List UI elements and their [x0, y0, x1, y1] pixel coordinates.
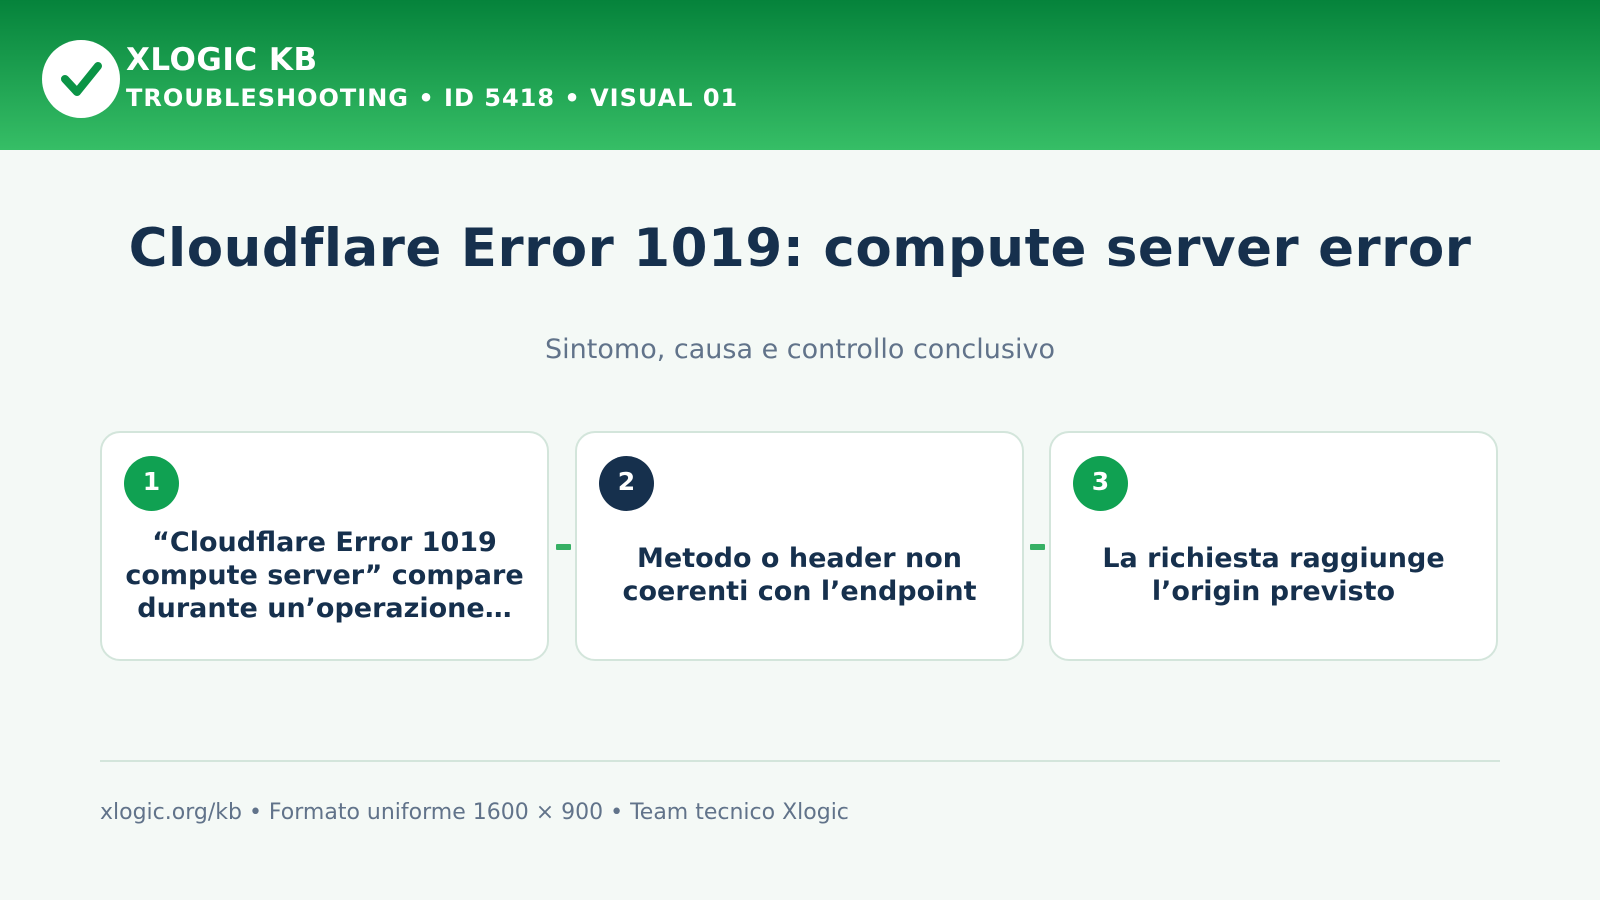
page-subtitle: Sintomo, causa e controllo conclusivo — [545, 334, 1055, 365]
step-number-badge: 3 — [1073, 456, 1128, 511]
logo — [42, 40, 120, 118]
page-title: Cloudflare Error 1019: compute server er… — [128, 218, 1472, 279]
step-connector — [556, 544, 571, 550]
step-description: La richiesta raggiunge l’origin previsto — [1102, 543, 1445, 607]
step-card-2: 2 Metodo o header non coerenti con l’end… — [575, 431, 1024, 661]
header-bar: XLOGIC KB TROUBLESHOOTING • ID 5418 • VI… — [0, 0, 1600, 150]
step-card-3: 3 La richiesta raggiunge l’origin previs… — [1049, 431, 1498, 661]
footer-text: xlogic.org/kb • Formato uniforme 1600 × … — [100, 800, 849, 825]
step-card-1: 1 “Cloudflare Error 1019 compute server”… — [100, 431, 549, 661]
step-description: “Cloudflare Error 1019 compute server” c… — [125, 526, 524, 624]
step-description: Metodo o header non coerenti con l’endpo… — [622, 543, 977, 607]
checkmark-icon — [61, 62, 102, 96]
footer-divider — [100, 760, 1500, 762]
brand-name: XLOGIC KB — [126, 42, 318, 78]
step-connector — [1030, 544, 1045, 550]
breadcrumb: TROUBLESHOOTING • ID 5418 • VISUAL 01 — [126, 84, 739, 112]
step-number-badge: 2 — [599, 456, 654, 511]
step-number-badge: 1 — [124, 456, 179, 511]
